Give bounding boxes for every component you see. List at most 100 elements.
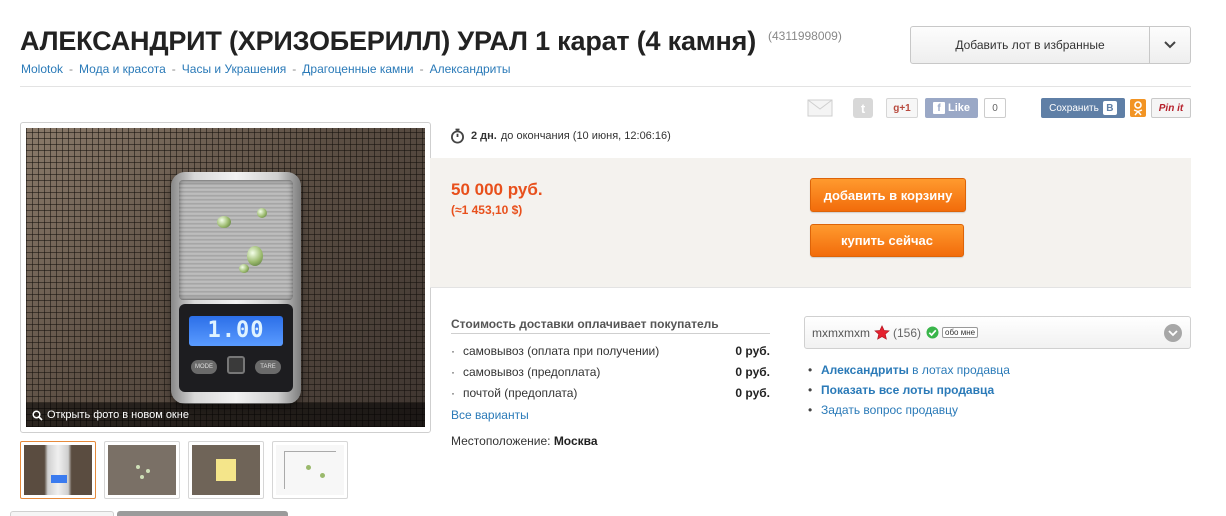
- thumb-card: [216, 459, 236, 481]
- scale-tare-label: TARE: [255, 360, 281, 374]
- chevron-down-icon: [1164, 41, 1176, 49]
- lot-id: (4311998009): [768, 29, 842, 43]
- seller-rating: (156): [892, 325, 921, 340]
- like-label: Like: [947, 102, 970, 114]
- seller-link-row: • Александриты в лотах продавца: [808, 360, 1010, 380]
- vk-save-button[interactable]: Сохранить В: [1041, 98, 1125, 118]
- about-me-badge[interactable]: обо мне: [942, 327, 979, 338]
- bullet: •: [808, 383, 813, 397]
- all-shipping-variants-link[interactable]: Все варианты: [451, 408, 529, 422]
- breadcrumb-item-molotok[interactable]: Molotok: [21, 62, 63, 76]
- gplus-label: +1: [899, 102, 911, 114]
- all-seller-lots-link[interactable]: Показать все лоты продавца: [821, 383, 994, 397]
- breadcrumb-item-alexandrites[interactable]: Александриты: [430, 62, 511, 76]
- bottom-tab-2[interactable]: [117, 511, 288, 516]
- shipping-price: 0 руб.: [735, 344, 770, 358]
- gplus-share-button[interactable]: g +1: [886, 98, 918, 118]
- auction-timer: 2 дн. до окончания (10 июня, 12:06:16): [450, 128, 671, 144]
- vk-icon: В: [1102, 101, 1117, 115]
- expand-seller-button[interactable]: [1164, 324, 1182, 342]
- envelope-icon: [807, 99, 833, 117]
- add-to-cart-button[interactable]: добавить в корзину: [810, 178, 966, 212]
- pinterest-pinit-button[interactable]: Pin it: [1151, 98, 1191, 118]
- shipping-row: · самовывоз (предоплата) 0 руб.: [451, 365, 770, 379]
- bullet: •: [808, 403, 813, 417]
- star-icon: [874, 324, 890, 341]
- location-label: Местоположение:: [451, 434, 551, 448]
- seller-category-lots-link[interactable]: Александриты в лотах продавца: [821, 363, 1010, 377]
- thumb-stone: [136, 465, 140, 469]
- page-title: АЛЕКСАНДРИТ (ХРИЗОБЕРИЛЛ) УРАЛ 1 карат (…: [20, 26, 757, 56]
- seller-box[interactable]: mxmxmxm (156) обо мне: [804, 316, 1191, 349]
- seller-link-row: • Задать вопрос продавцу: [808, 400, 1010, 420]
- location: Местоположение: Москва: [451, 434, 598, 448]
- shipping-row: · самовывоз (оплата при получении) 0 руб.: [451, 344, 770, 358]
- open-photo-new-window[interactable]: Открыть фото в новом окне: [26, 403, 425, 427]
- thumb-stone: [146, 469, 150, 473]
- shipping-method: самовывоз (предоплата): [463, 365, 601, 379]
- breadcrumb-separator: -: [171, 62, 176, 76]
- scale-image: 1.00 MODE TARE: [171, 172, 301, 404]
- scale-platform: [179, 180, 293, 300]
- email-share-button[interactable]: [806, 98, 834, 118]
- like-count: 0: [984, 98, 1006, 118]
- main-photo[interactable]: 1.00 MODE TARE Открыть фото в новом окне: [26, 128, 425, 427]
- scale-mode-label: MODE: [191, 360, 217, 374]
- thumbnail-strip: [20, 441, 356, 499]
- bullet: •: [808, 363, 813, 377]
- thumb-stone: [320, 473, 325, 478]
- odnoklassniki-share-button[interactable]: [1130, 98, 1146, 118]
- breadcrumb-separator: -: [292, 62, 297, 76]
- magnifier-icon: [32, 409, 43, 421]
- thumbnail-4[interactable]: [272, 441, 348, 499]
- thumb-lcd: [51, 475, 67, 483]
- divider: [451, 333, 770, 334]
- all-seller-lots-label: Показать все лоты продавца: [821, 383, 995, 397]
- thumb-stone: [140, 475, 144, 479]
- divider: [430, 287, 1191, 288]
- stone: [257, 208, 267, 218]
- thumbnail-image: [192, 445, 260, 495]
- ask-seller-link[interactable]: Задать вопрос продавцу: [821, 403, 958, 417]
- seller-links: • Александриты в лотах продавца • Показа…: [808, 360, 1010, 420]
- timer-days: 2 дн.: [471, 130, 497, 142]
- breadcrumb-item-precious-stones[interactable]: Драгоценные камни: [302, 62, 413, 76]
- buy-now-button[interactable]: купить сейчас: [810, 224, 964, 257]
- shipping-price: 0 руб.: [735, 386, 770, 400]
- shipping-method: почтой (предоплата): [463, 386, 578, 400]
- thumbnail-image: [276, 445, 344, 495]
- twitter-share-button[interactable]: t: [852, 98, 874, 118]
- favorites-dropdown-button[interactable]: [1150, 26, 1191, 64]
- scale-display: 1.00: [189, 316, 283, 346]
- breadcrumb-item-fashion[interactable]: Мода и красота: [79, 62, 166, 76]
- breadcrumb-separator: -: [69, 62, 74, 76]
- thumb-line: [284, 451, 285, 489]
- scale-body: 1.00 MODE TARE: [179, 304, 293, 392]
- add-to-favorites-button[interactable]: Добавить лот в избранные: [910, 26, 1150, 64]
- scale-center-button: [227, 356, 245, 374]
- facebook-like-button[interactable]: f Like: [925, 98, 978, 118]
- location-value: Москва: [553, 434, 598, 448]
- facebook-icon: f: [932, 102, 945, 114]
- bullet: ·: [451, 386, 455, 400]
- seller-category-suffix: в лотах продавца: [908, 363, 1010, 377]
- price-usd: (≈1 453,10 $): [451, 203, 523, 217]
- shipping-row: · почтой (предоплата) 0 руб.: [451, 386, 770, 400]
- shipping-title: Стоимость доставки оплачивает покупатель: [451, 317, 719, 331]
- thumbnail-2[interactable]: [104, 441, 180, 499]
- breadcrumb-item-watches-jewelry[interactable]: Часы и Украшения: [182, 62, 286, 76]
- bottom-tab-1[interactable]: [10, 511, 114, 516]
- thumbnail-3[interactable]: [188, 441, 264, 499]
- thumb-line: [284, 451, 336, 452]
- bullet: ·: [451, 344, 455, 358]
- stone: [217, 216, 231, 228]
- thumbnail-image: [108, 445, 176, 495]
- price-rub: 50 000 руб.: [451, 180, 543, 199]
- verified-check-icon: [926, 326, 939, 339]
- price-box: 50 000 руб. (≈1 453,10 $) добавить в кор…: [430, 158, 1191, 287]
- thumb-stone: [306, 465, 311, 470]
- seller-name[interactable]: mxmxmxm: [812, 326, 870, 340]
- thumbnail-1[interactable]: [20, 441, 96, 499]
- twitter-icon: t: [853, 98, 873, 118]
- shipping-price: 0 руб.: [735, 365, 770, 379]
